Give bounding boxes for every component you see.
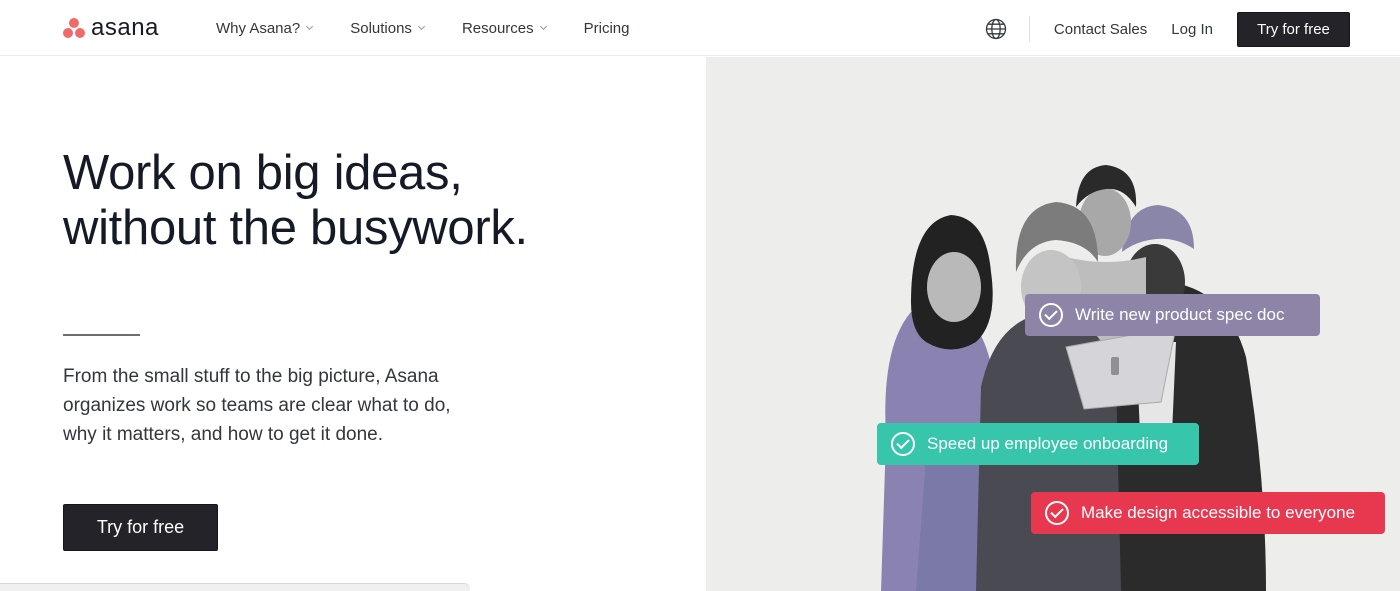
nav-resources-label: Resources	[461, 19, 534, 37]
asana-logo-icon	[62, 17, 86, 39]
task-card-product-spec: Write new product spec doc	[1025, 294, 1320, 336]
nav-resources[interactable]: Resources	[461, 19, 547, 37]
horizontal-scrollbar[interactable]	[0, 583, 470, 591]
task-label: Speed up employee onboarding	[927, 434, 1169, 453]
log-in-link[interactable]: Log In	[1171, 21, 1213, 38]
task-label: Make design accessible to everyone	[1081, 503, 1356, 522]
task-label: Write new product spec doc	[1075, 305, 1285, 324]
hero-headline: Work on big ideas, without the busywork.	[63, 146, 683, 256]
check-circle-icon	[1039, 303, 1063, 327]
nav-divider	[1028, 16, 1030, 42]
contact-sales-link[interactable]: Contact Sales	[1054, 21, 1147, 38]
chevron-down-icon	[417, 22, 425, 31]
chevron-down-icon	[306, 22, 314, 31]
nav-why-asana[interactable]: Why Asana?	[216, 19, 314, 37]
asana-logo[interactable]: asana	[62, 15, 159, 41]
nav-solutions-label: Solutions	[350, 19, 412, 37]
nav-why-asana-label: Why Asana?	[216, 19, 301, 37]
nav-solutions[interactable]: Solutions	[350, 19, 425, 37]
nav-try-free-button[interactable]: Try for free	[1237, 11, 1350, 47]
logo-wordmark: asana	[91, 14, 159, 41]
nav-pricing[interactable]: Pricing	[584, 20, 630, 37]
check-circle-icon	[1045, 501, 1069, 525]
hero-try-free-button[interactable]: Try for free	[63, 504, 218, 551]
headline-line-1: Work on big ideas,	[63, 146, 463, 200]
hero-subtext: From the small stuff to the big picture,…	[63, 366, 451, 445]
nav-pricing-label: Pricing	[583, 19, 630, 37]
headline-line-2: without the busywork.	[63, 201, 528, 255]
top-nav: asana Why Asana? Solutions Resources Pri…	[0, 0, 1400, 56]
task-card-onboarding: Speed up employee onboarding	[877, 423, 1199, 465]
chevron-down-icon	[539, 22, 547, 31]
globe-icon[interactable]	[985, 18, 1007, 40]
hero-divider	[63, 334, 140, 336]
task-card-accessible-design: Make design accessible to everyone	[1031, 492, 1385, 534]
nav-right: Contact Sales Log In Try for free	[985, 11, 1350, 47]
nav-links: Why Asana? Solutions Resources Pricing	[216, 0, 668, 56]
check-circle-icon	[891, 432, 915, 456]
